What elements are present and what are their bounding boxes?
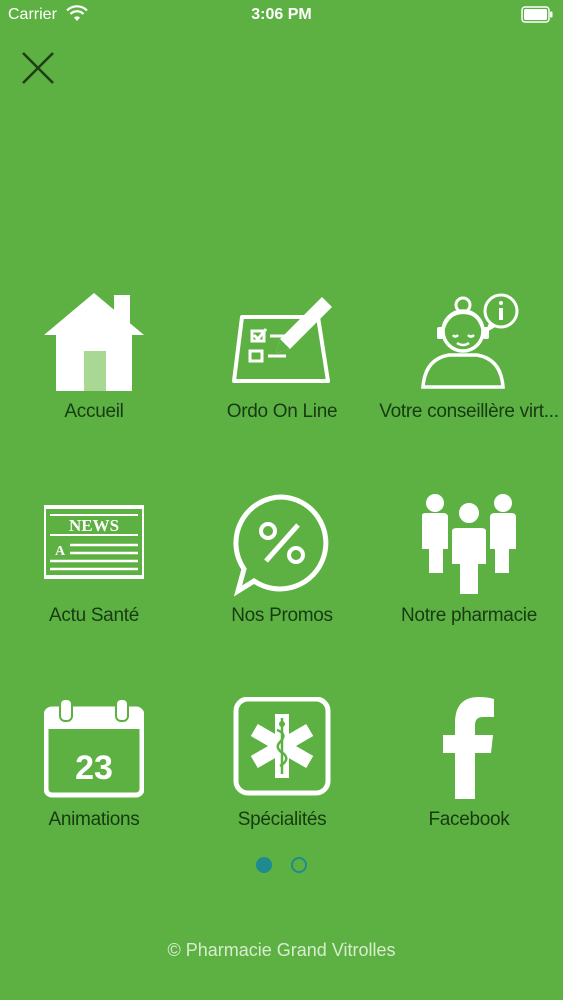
menu-item-label: Votre conseillère virt... [379, 401, 559, 422]
page-indicator [0, 856, 563, 874]
menu-item-nos-promos[interactable]: Nos Promos [188, 493, 376, 663]
news-icon: NEWS A [44, 505, 144, 579]
prescription-icon [232, 297, 332, 383]
calendar-day-text: 23 [75, 749, 113, 787]
menu-item-animations[interactable]: 23 Animations [0, 697, 188, 867]
menu-item-label: Animations [48, 809, 140, 830]
news-icon-letter: A [55, 544, 66, 559]
menu-item-actu-sante[interactable]: NEWS A Actu Santé [0, 493, 188, 663]
page-dot-active[interactable] [256, 856, 273, 873]
menu-item-label: Nos Promos [231, 605, 333, 626]
menu-item-conseillere[interactable]: Votre conseillère virt... [375, 289, 563, 459]
menu-item-specialites[interactable]: Spécialités [188, 697, 376, 867]
menu-item-label: Ordo On Line [226, 401, 338, 422]
menu-item-label: Facebook [428, 809, 510, 830]
menu-item-ordo-online[interactable]: Ordo On Line [188, 289, 376, 459]
calendar-icon: 23 [44, 698, 144, 798]
advisor-icon [421, 293, 519, 389]
menu-item-facebook[interactable]: Facebook [375, 697, 563, 867]
menu-item-label: Accueil [64, 401, 124, 422]
menu-item-label: Spécialités [237, 809, 327, 830]
facebook-icon [443, 697, 494, 799]
menu-grid: Accueil Ordo On Line Votre conseillère v… [0, 0, 563, 1000]
menu-item-notre-pharmacie[interactable]: Notre pharmacie [375, 493, 563, 663]
team-icon [422, 494, 516, 596]
medical-icon [233, 697, 331, 796]
promo-icon [233, 494, 329, 597]
menu-item-label: Notre pharmacie [401, 605, 537, 626]
home-icon [44, 293, 144, 391]
page-dot[interactable] [290, 856, 307, 873]
footer-copyright: © Pharmacie Grand Vitrolles [167, 940, 396, 960]
menu-item-label: Actu Santé [49, 605, 139, 626]
menu-item-accueil[interactable]: Accueil [0, 289, 188, 459]
news-icon-text: NEWS [69, 516, 119, 535]
